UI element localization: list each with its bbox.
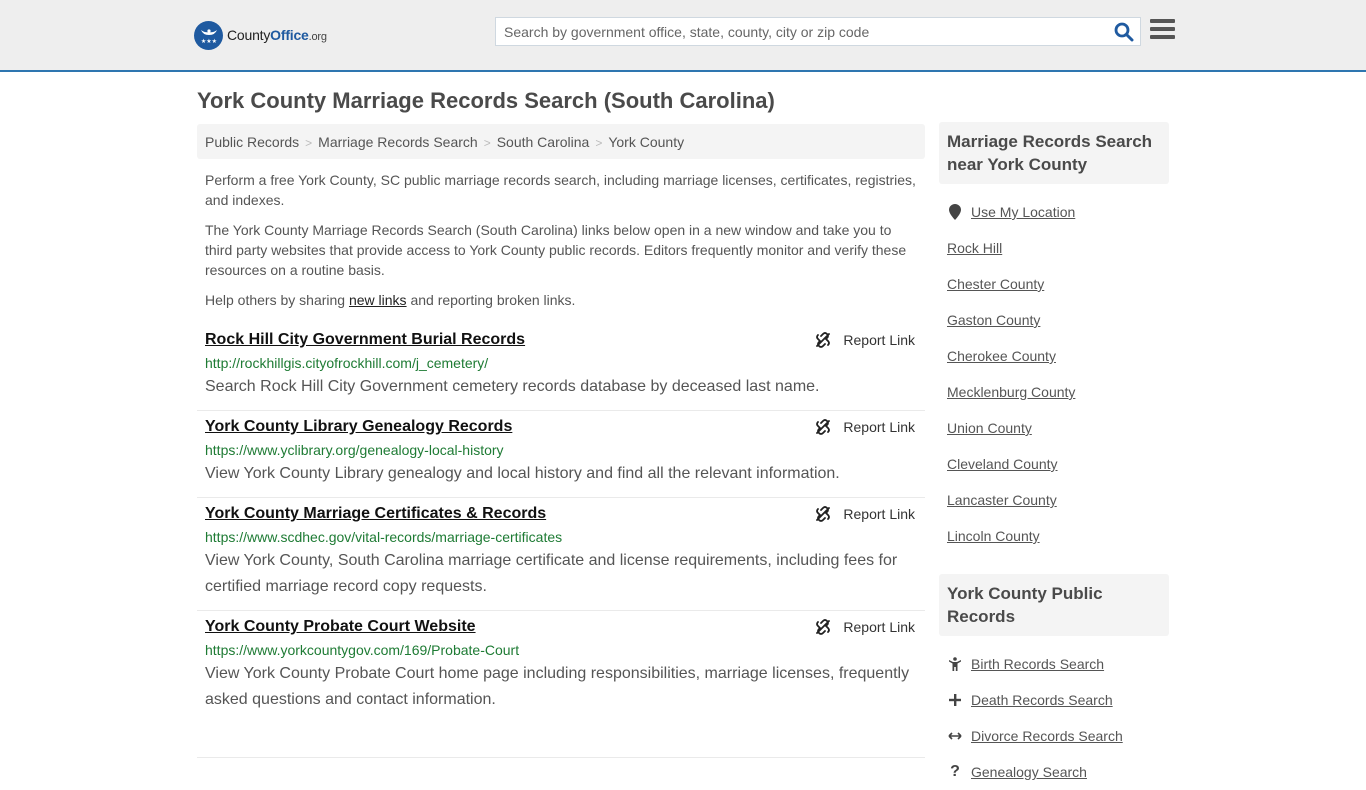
- breadcrumb-separator: >: [595, 136, 603, 150]
- top-header: ★★★ CountyOffice.org: [0, 0, 1366, 72]
- public-records-item[interactable]: Divorce Records Search: [947, 718, 1161, 754]
- menu-bar: [1150, 35, 1175, 39]
- report-link-button[interactable]: Report Link: [815, 419, 915, 435]
- breadcrumb-marriage-records-search[interactable]: Marriage Records Search: [318, 134, 478, 150]
- nearby-link-mecklenburg-county[interactable]: Mecklenburg County: [947, 384, 1075, 400]
- result-description: View York County Probate Court home page…: [205, 665, 910, 708]
- nearby-link-cherokee-county[interactable]: Cherokee County: [947, 348, 1056, 364]
- intro-paragraph-1: Perform a free York County, SC public ma…: [205, 172, 916, 208]
- arrows-horizontal-icon: [947, 731, 963, 741]
- result-description: View York County Library genealogy and l…: [205, 465, 840, 482]
- result-title-link[interactable]: York County Probate Court Website: [205, 617, 476, 637]
- result-url[interactable]: http://rockhillgis.cityofrockhill.com/j_…: [205, 354, 917, 372]
- logo-office: Office: [270, 27, 309, 43]
- logo-wordmark: CountyOffice.org: [227, 27, 327, 43]
- new-links-link[interactable]: new links: [349, 292, 407, 308]
- divorce-records-search-link[interactable]: Divorce Records Search: [971, 728, 1123, 744]
- result-url[interactable]: https://www.yclibrary.org/genealogy-loca…: [205, 441, 917, 459]
- sidebar: Marriage Records Search near York County…: [939, 122, 1169, 790]
- report-link-label: Report Link: [843, 619, 915, 635]
- nearby-link-chester-county[interactable]: Chester County: [947, 276, 1044, 292]
- intro-text-after: and reporting broken links.: [406, 292, 576, 308]
- intro-paragraph-3: Help others by sharing new links and rep…: [205, 290, 920, 310]
- breadcrumb-york-county[interactable]: York County: [608, 134, 684, 150]
- nearby-list: Use My Location Rock Hill Chester County…: [939, 184, 1169, 554]
- genealogy-search-link[interactable]: Genealogy Search: [971, 764, 1087, 780]
- results-list: Rock Hill City Government Burial Records…: [197, 324, 925, 758]
- result-item: Rock Hill City Government Burial Records…: [197, 324, 925, 411]
- nearby-link-gaston-county[interactable]: Gaston County: [947, 312, 1040, 328]
- intro-text: Perform a free York County, SC public ma…: [205, 170, 920, 320]
- nearby-item[interactable]: Lancaster County: [947, 482, 1161, 518]
- intro-paragraph-2: The York County Marriage Records Search …: [205, 222, 907, 278]
- nearby-item[interactable]: Cleveland County: [947, 446, 1161, 482]
- public-records-item[interactable]: ? Genealogy Search: [947, 754, 1161, 790]
- breadcrumb-public-records[interactable]: Public Records: [205, 134, 299, 150]
- report-link-label: Report Link: [843, 506, 915, 522]
- nearby-item[interactable]: Mecklenburg County: [947, 374, 1161, 410]
- result-title-link[interactable]: York County Marriage Certificates & Reco…: [205, 504, 546, 524]
- broken-link-icon: [816, 506, 831, 522]
- report-link-label: Report Link: [843, 332, 915, 348]
- report-link-button[interactable]: Report Link: [815, 619, 915, 635]
- use-my-location-link[interactable]: Use My Location: [971, 204, 1075, 220]
- birth-records-search-link[interactable]: Birth Records Search: [971, 656, 1104, 672]
- menu-bar: [1150, 19, 1175, 23]
- result-url[interactable]: https://www.yorkcountygov.com/169/Probat…: [205, 641, 917, 659]
- nearby-item[interactable]: Chester County: [947, 266, 1161, 302]
- intro-text-before: Help others by sharing: [205, 292, 349, 308]
- hamburger-menu-button[interactable]: [1150, 19, 1175, 43]
- result-title-link[interactable]: York County Library Genealogy Records: [205, 417, 512, 437]
- breadcrumb: Public Records > Marriage Records Search > S…: [197, 124, 925, 159]
- broken-link-icon: [816, 619, 831, 635]
- map-marker-icon: [947, 204, 963, 220]
- logo-county: County: [227, 27, 271, 43]
- result-url[interactable]: https://www.scdhec.gov/vital-records/mar…: [205, 528, 917, 546]
- result-item: York County Library Genealogy Records Re…: [197, 411, 925, 498]
- question-icon: ?: [950, 763, 960, 780]
- search-button[interactable]: [1114, 22, 1134, 42]
- nearby-item[interactable]: Lincoln County: [947, 518, 1161, 554]
- result-title-link[interactable]: Rock Hill City Government Burial Records: [205, 330, 525, 350]
- nearby-link-cleveland-county[interactable]: Cleveland County: [947, 456, 1058, 472]
- report-link-button[interactable]: Report Link: [815, 506, 915, 522]
- use-my-location-item[interactable]: Use My Location: [947, 194, 1161, 230]
- child-icon: [947, 657, 963, 671]
- public-records-list: Birth Records Search Death Records Searc…: [939, 636, 1169, 790]
- broken-link-icon: [816, 419, 831, 435]
- nearby-link-rock-hill[interactable]: Rock Hill: [947, 240, 1002, 256]
- breadcrumb-south-carolina[interactable]: South Carolina: [497, 134, 590, 150]
- public-records-item[interactable]: Death Records Search: [947, 682, 1161, 718]
- breadcrumb-separator: >: [483, 136, 491, 150]
- broken-link-icon: [816, 332, 831, 348]
- result-item: York County Marriage Certificates & Reco…: [197, 498, 925, 611]
- search-icon: [1114, 22, 1134, 42]
- public-records-heading: York County Public Records: [939, 574, 1169, 636]
- search-box: [495, 17, 1141, 46]
- svg-text:★★★: ★★★: [200, 38, 216, 45]
- search-input[interactable]: [496, 18, 1096, 45]
- eagle-stars-logo-icon: ★★★: [194, 20, 223, 50]
- nearby-link-lancaster-county[interactable]: Lancaster County: [947, 492, 1057, 508]
- result-description: View York County, South Carolina marriag…: [205, 552, 898, 595]
- breadcrumb-separator: >: [305, 136, 313, 150]
- plus-icon: [947, 694, 963, 706]
- page-title: York County Marriage Records Search (Sou…: [197, 88, 775, 113]
- nearby-link-union-county[interactable]: Union County: [947, 420, 1032, 436]
- nearby-heading: Marriage Records Search near York County: [939, 122, 1169, 184]
- logo-org: .org: [308, 31, 327, 43]
- report-link-button[interactable]: Report Link: [815, 332, 915, 348]
- result-item: York County Probate Court Website Report…: [197, 611, 925, 758]
- result-description: Search Rock Hill City Government cemeter…: [205, 378, 820, 395]
- nearby-item[interactable]: Cherokee County: [947, 338, 1161, 374]
- nearby-item[interactable]: Gaston County: [947, 302, 1161, 338]
- menu-bar: [1150, 27, 1175, 31]
- nearby-link-lincoln-county[interactable]: Lincoln County: [947, 528, 1040, 544]
- nearby-item[interactable]: Union County: [947, 410, 1161, 446]
- report-link-label: Report Link: [843, 419, 915, 435]
- site-logo[interactable]: ★★★ CountyOffice.org: [194, 20, 327, 50]
- nearby-item[interactable]: Rock Hill: [947, 230, 1161, 266]
- death-records-search-link[interactable]: Death Records Search: [971, 692, 1113, 708]
- public-records-item[interactable]: Birth Records Search: [947, 646, 1161, 682]
